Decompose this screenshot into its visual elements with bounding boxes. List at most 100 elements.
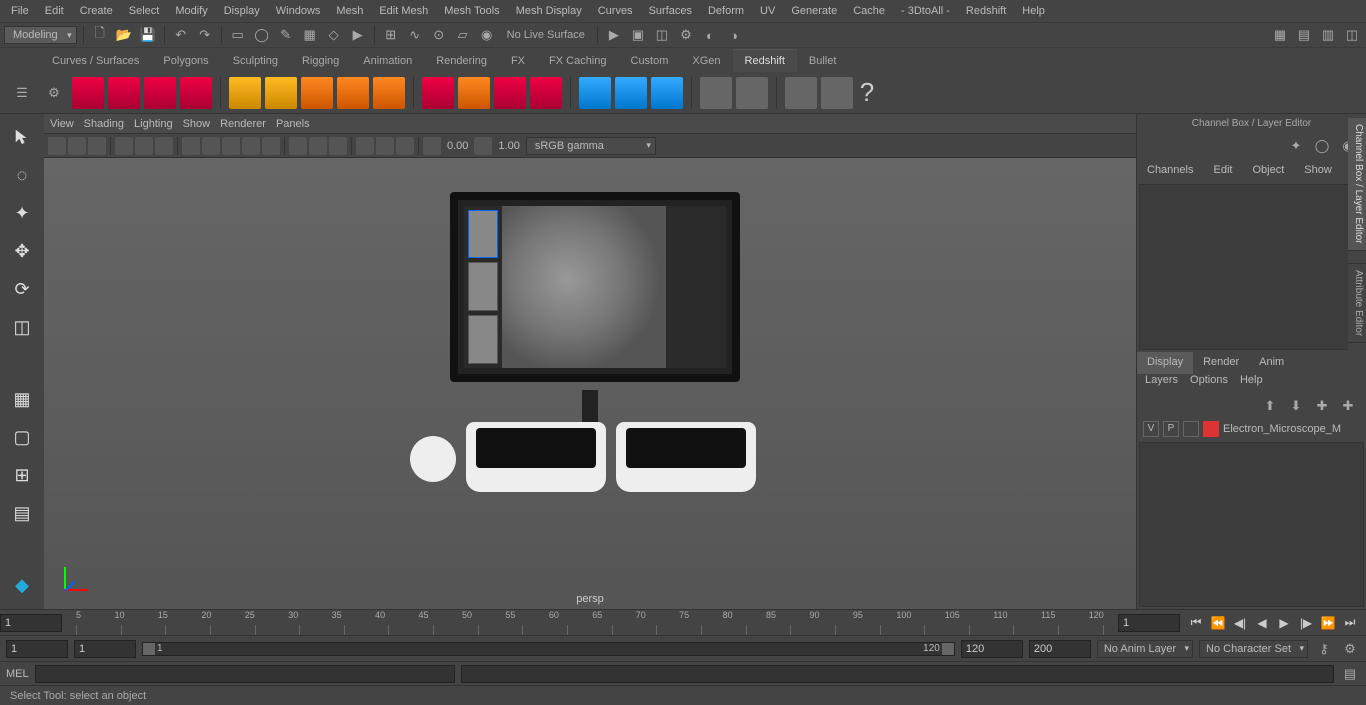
paint-icon[interactable]: ✎: [276, 25, 296, 45]
step-forward-button[interactable]: ⏩: [1318, 613, 1338, 633]
goto-end-button[interactable]: ⏭: [1340, 613, 1360, 633]
layer-move-down-icon[interactable]: ⬇: [1286, 396, 1306, 416]
play-back-button[interactable]: ◀: [1252, 613, 1272, 633]
menu-edit-mesh[interactable]: Edit Mesh: [372, 2, 435, 20]
redshift-proxy-icon[interactable]: [229, 77, 261, 109]
menu-display[interactable]: Display: [217, 2, 267, 20]
menu-cache[interactable]: Cache: [846, 2, 892, 20]
redshift-pr2-icon[interactable]: [615, 77, 647, 109]
layer-tab-display[interactable]: Display: [1137, 352, 1193, 374]
channel-tab-edit[interactable]: Edit: [1203, 160, 1242, 182]
panel-layout2-icon[interactable]: ▤: [1294, 25, 1314, 45]
time-slider[interactable]: 5101520253035404550556065707580859095100…: [0, 609, 1366, 635]
lasso-icon[interactable]: ◯: [252, 25, 272, 45]
step-back-button[interactable]: ⏪: [1208, 613, 1228, 633]
panel-image-icon[interactable]: [88, 137, 106, 155]
shelf-tab-bullet[interactable]: Bullet: [797, 50, 849, 72]
light-editor-icon[interactable]: ◑: [724, 25, 744, 45]
paint-select-tool[interactable]: ✦: [5, 196, 39, 230]
last-tool[interactable]: ▦: [5, 382, 39, 416]
panel-layout3-icon[interactable]: ▥: [1318, 25, 1338, 45]
panel-menu-view[interactable]: View: [50, 118, 74, 130]
redshift-blob-icon[interactable]: [494, 77, 526, 109]
layer-new-empty-icon[interactable]: ✚: [1312, 396, 1332, 416]
render-settings-icon[interactable]: ⚙: [676, 25, 696, 45]
menu-select[interactable]: Select: [122, 2, 167, 20]
menu-help[interactable]: Help: [1015, 2, 1052, 20]
layer-opt-help[interactable]: Help: [1240, 374, 1263, 394]
panel-layout4-icon[interactable]: ◫: [1342, 25, 1362, 45]
layer-row[interactable]: V P Electron_Microscope_M: [1137, 418, 1366, 440]
sidetab-attreditor[interactable]: Attribute Editor: [1348, 264, 1366, 343]
timeline-ruler[interactable]: 5101520253035404550556065707580859095100…: [66, 610, 1114, 635]
menu-windows[interactable]: Windows: [269, 2, 328, 20]
panel-expose1-icon[interactable]: [423, 137, 441, 155]
channel-tab-object[interactable]: Object: [1242, 160, 1294, 182]
prefs-icon[interactable]: ⚙: [1340, 639, 1360, 659]
layer-color-swatch[interactable]: [1203, 421, 1219, 437]
channel-tab-channels[interactable]: Channels: [1137, 160, 1203, 182]
panel-gate-icon[interactable]: [135, 137, 153, 155]
shelf-tab-rendering[interactable]: Rendering: [424, 50, 499, 72]
select-mode-icon[interactable]: ▭: [228, 25, 248, 45]
panel-ao-icon[interactable]: [356, 137, 374, 155]
render-view-icon[interactable]: ▣: [628, 25, 648, 45]
script-editor-icon[interactable]: ▤: [1340, 664, 1360, 684]
shelf-toggle-icon[interactable]: ☰: [8, 83, 36, 103]
menu-mesh-display[interactable]: Mesh Display: [509, 2, 589, 20]
menu--dtoall-[interactable]: - 3DtoAll -: [894, 2, 957, 20]
lasso-tool[interactable]: ◌: [5, 158, 39, 192]
goto-start-button[interactable]: ⏮: [1186, 613, 1206, 633]
channel-tab-show[interactable]: Show: [1294, 160, 1342, 182]
snap-live-icon[interactable]: ◉: [477, 25, 497, 45]
panel-layout1-icon[interactable]: ▦: [1270, 25, 1290, 45]
menu-modify[interactable]: Modify: [168, 2, 214, 20]
manip-world-icon[interactable]: ◯: [1312, 136, 1332, 156]
redshift-rv-icon[interactable]: [72, 77, 104, 109]
command-language-label[interactable]: MEL: [6, 668, 29, 680]
panel-cam-icon[interactable]: [48, 137, 66, 155]
menu-surfaces[interactable]: Surfaces: [642, 2, 699, 20]
scale-tool[interactable]: ◫: [5, 310, 39, 344]
redshift-settings-icon[interactable]: [180, 77, 212, 109]
menu-curves[interactable]: Curves: [591, 2, 640, 20]
range-end-input[interactable]: [1029, 640, 1091, 658]
shelf-tab-animation[interactable]: Animation: [351, 50, 424, 72]
layer-visible-toggle[interactable]: V: [1143, 421, 1159, 437]
layer-tab-render[interactable]: Render: [1193, 352, 1249, 374]
key-forward-button[interactable]: |▶: [1296, 613, 1316, 633]
redshift-light2-icon[interactable]: [337, 77, 369, 109]
shelf-tab-fx-caching[interactable]: FX Caching: [537, 50, 618, 72]
redshift-light1-icon[interactable]: [301, 77, 333, 109]
layer-new-selected-icon[interactable]: ✚: [1338, 396, 1358, 416]
layout-single-icon[interactable]: ▢: [5, 420, 39, 454]
autokey-icon[interactable]: ⚷: [1314, 639, 1334, 659]
menu-edit[interactable]: Edit: [38, 2, 71, 20]
layer-opt-options[interactable]: Options: [1190, 374, 1228, 394]
character-set-dropdown[interactable]: No Character Set: [1199, 640, 1308, 658]
redshift-sphere-icon[interactable]: [530, 77, 562, 109]
panel-dof-icon[interactable]: [396, 137, 414, 155]
channel-box-content[interactable]: [1139, 184, 1364, 350]
menu-uv[interactable]: UV: [753, 2, 782, 20]
panel-light-icon[interactable]: [242, 137, 260, 155]
move-tool[interactable]: ✥: [5, 234, 39, 268]
hilite-icon[interactable]: ◇: [324, 25, 344, 45]
shelf-tab-sculpting[interactable]: Sculpting: [221, 50, 290, 72]
panel-iso-icon[interactable]: [289, 137, 307, 155]
shelf-tab-redshift[interactable]: Redshift: [733, 49, 797, 72]
panel-tex-icon[interactable]: [222, 137, 240, 155]
panel-gamma-value[interactable]: 1.00: [494, 140, 523, 152]
render-icon[interactable]: ▶: [604, 25, 624, 45]
panel-shadow-icon[interactable]: [262, 137, 280, 155]
redshift-bake1-icon[interactable]: [700, 77, 732, 109]
panel-menu-panels[interactable]: Panels: [276, 118, 310, 130]
viewport[interactable]: persp: [44, 158, 1136, 609]
rotate-tool[interactable]: ⟳: [5, 272, 39, 306]
menu-generate[interactable]: Generate: [784, 2, 844, 20]
snap-point-icon[interactable]: ⊙: [429, 25, 449, 45]
menu-deform[interactable]: Deform: [701, 2, 751, 20]
shelf-tab-xgen[interactable]: XGen: [680, 50, 732, 72]
shelf-tab-rigging[interactable]: Rigging: [290, 50, 351, 72]
panel-jxray-icon[interactable]: [329, 137, 347, 155]
